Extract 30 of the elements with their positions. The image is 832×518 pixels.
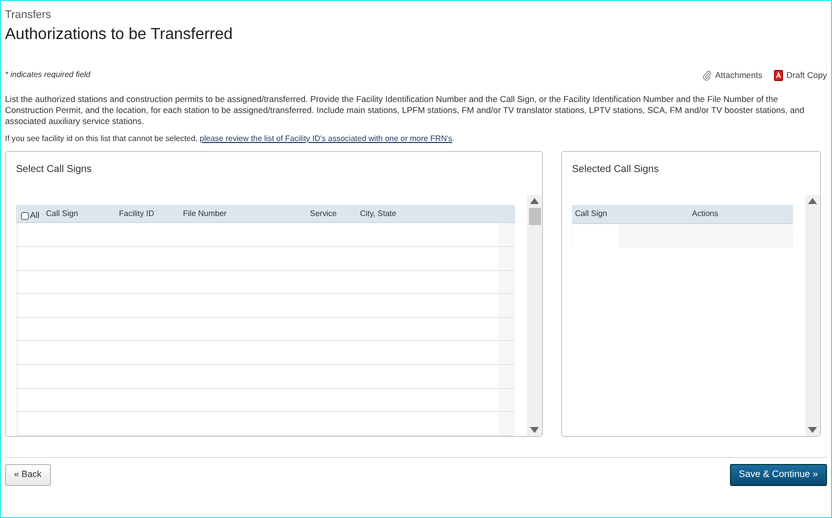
paperclip-icon — [702, 70, 712, 81]
panel-title: Select Call Signs — [16, 162, 93, 177]
frn-list-link[interactable]: please review the list of Facility ID's associated with one or more FRN's — [200, 134, 452, 143]
scrollbar[interactable] — [527, 194, 542, 436]
back-button[interactable]: « Back — [5, 464, 51, 486]
panel-title: Selected Call Signs — [572, 162, 660, 177]
column-header: Facility ID — [119, 208, 156, 220]
column-header: City, State — [360, 208, 398, 220]
select-all-checkbox[interactable] — [21, 212, 29, 220]
scrollbar[interactable] — [805, 194, 820, 436]
column-header: Call Sign — [46, 208, 80, 220]
column-header: File Number — [183, 208, 228, 220]
instructions-text: List the authorized stations and construction permits to be assigned/transferred. Provide the Facility Identification Number and the Call Sign, or the Facility Identification Number and the File Number of the Construction Permit, and the location, for each station to be assigned/transferred. Include main stations, LPFM stations, FM and/or TV translator stations, LPTV stations, SCA, FM and/or TV booster stations, and associated auxiliary service stations. — [5, 94, 806, 127]
scrollbar-thumb[interactable] — [528, 208, 540, 225]
scroll-up-icon[interactable] — [808, 198, 817, 204]
tool-link[interactable]: Attachments — [715, 69, 762, 82]
column-header: Call Sign — [574, 208, 608, 220]
save-continue-button[interactable]: Save & Continue » — [730, 464, 827, 486]
breadcrumb: Transfers — [5, 9, 52, 22]
column-header: Service — [310, 208, 338, 220]
required-note: * indicates required field — [5, 69, 90, 82]
facility-note: If you see facility id on this list that cannot be selected, please review the list of Facility ID's associated with one or more FRN's. — [5, 132, 456, 145]
scroll-down-icon[interactable] — [808, 426, 817, 433]
scroll-down-icon[interactable] — [530, 426, 539, 433]
column-header: Actions — [691, 208, 720, 220]
scroll-up-icon[interactable] — [530, 198, 539, 204]
page-title: Authorizations to be Transferred — [5, 25, 234, 45]
tool-link[interactable]: Draft Copy — [786, 69, 827, 82]
checkbox-label[interactable]: All — [30, 209, 40, 222]
pdf-icon — [774, 70, 784, 81]
